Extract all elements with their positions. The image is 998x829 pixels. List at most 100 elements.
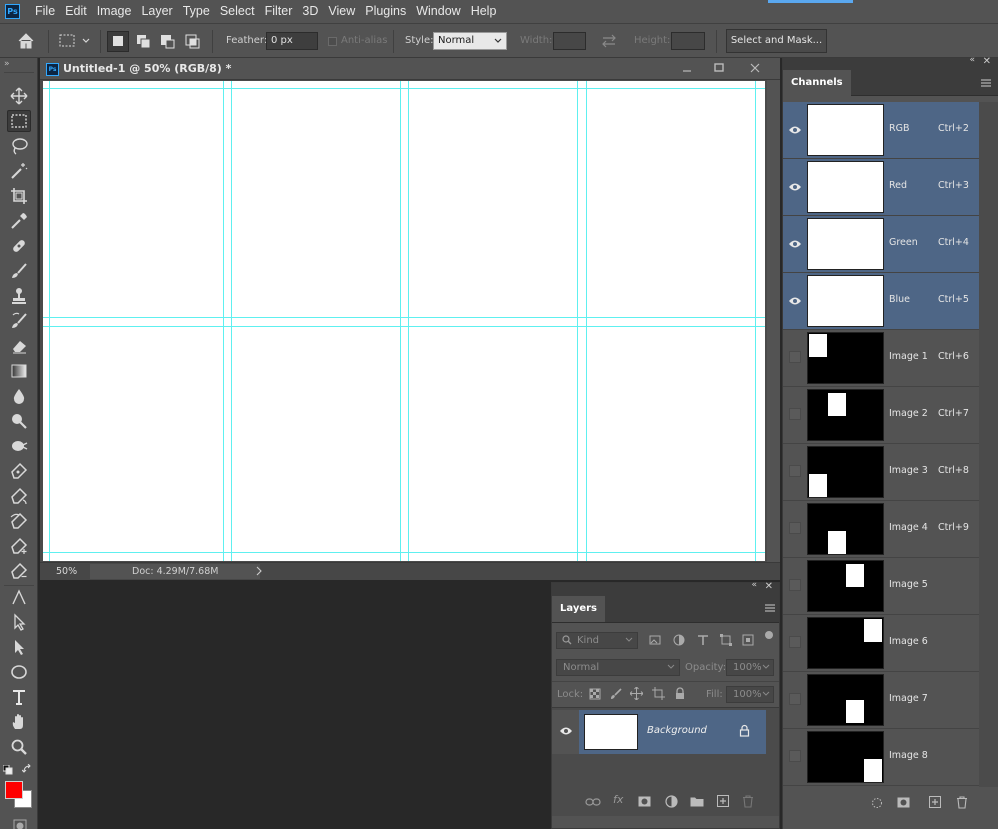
- hand-tool[interactable]: [7, 711, 31, 733]
- channel-row-image-1[interactable]: Image 1 Ctrl+6: [783, 330, 979, 387]
- visibility-toggle[interactable]: [789, 579, 801, 591]
- swap-colors-icon[interactable]: [22, 764, 32, 774]
- type-tool[interactable]: [7, 686, 31, 708]
- ellipse-tool[interactable]: [7, 661, 31, 683]
- lock-transparent-icon[interactable]: [589, 688, 601, 700]
- zoom-tool[interactable]: [7, 736, 31, 758]
- menu-window[interactable]: Window: [411, 0, 465, 23]
- new-layer-icon[interactable]: [717, 795, 729, 807]
- quick-mask-icon[interactable]: [13, 819, 27, 829]
- guide-horizontal[interactable]: [43, 552, 765, 553]
- menu-plugins[interactable]: Plugins: [360, 0, 411, 23]
- save-selection-icon[interactable]: [897, 797, 910, 808]
- guide-vertical[interactable]: [586, 81, 587, 561]
- add-mask-icon[interactable]: [638, 796, 651, 807]
- blend-mode-select[interactable]: Normal: [556, 659, 680, 676]
- layer-row-background[interactable]: Background: [579, 710, 766, 754]
- eye-icon[interactable]: [787, 179, 803, 195]
- filter-toggle-icon[interactable]: [765, 631, 773, 639]
- fill-input[interactable]: 100%: [726, 686, 774, 703]
- filter-pixel-icon[interactable]: [649, 634, 661, 646]
- channel-row-rgb[interactable]: RGB Ctrl+2: [783, 102, 979, 159]
- delete-channel-icon[interactable]: [956, 796, 968, 809]
- blur-tool[interactable]: [7, 385, 31, 407]
- folder-icon[interactable]: [690, 796, 704, 807]
- lock-artboard-icon[interactable]: [652, 687, 665, 700]
- panel-menu-icon[interactable]: [981, 79, 991, 87]
- guide-vertical[interactable]: [577, 81, 578, 561]
- kind-filter-select[interactable]: Kind: [556, 632, 638, 649]
- home-icon[interactable]: [17, 32, 35, 50]
- eyedropper-tool[interactable]: [7, 210, 31, 232]
- guide-horizontal[interactable]: [43, 88, 765, 89]
- tab-channels[interactable]: Channels: [783, 70, 851, 96]
- menu-help[interactable]: Help: [466, 0, 502, 23]
- new-selection-button[interactable]: [107, 31, 129, 52]
- lock-pixels-icon[interactable]: [610, 688, 622, 700]
- collapse-icon[interactable]: «: [969, 55, 975, 65]
- link-layers-icon[interactable]: [585, 797, 601, 807]
- menu-file[interactable]: File: [30, 0, 60, 23]
- adjustment-layer-icon[interactable]: [665, 795, 678, 808]
- channel-row-image-3[interactable]: Image 3 Ctrl+8: [783, 444, 979, 501]
- visibility-toggle[interactable]: [789, 351, 801, 363]
- filter-type-icon[interactable]: [697, 634, 709, 646]
- guide-vertical[interactable]: [231, 81, 232, 561]
- guide-horizontal[interactable]: [43, 317, 765, 318]
- maximize-icon[interactable]: [712, 61, 726, 75]
- vertical-scrollbar[interactable]: [767, 80, 780, 562]
- channel-row-image-8[interactable]: Image 8: [783, 729, 979, 786]
- subtract-from-selection-button[interactable]: [158, 32, 178, 51]
- antialias-checkbox[interactable]: [328, 37, 337, 46]
- tab-layers[interactable]: Layers: [552, 596, 605, 622]
- lasso-tool[interactable]: [7, 135, 31, 157]
- pen-tool[interactable]: [7, 460, 31, 482]
- eye-icon[interactable]: [787, 122, 803, 138]
- guide-vertical[interactable]: [408, 81, 409, 561]
- lock-all-icon[interactable]: [674, 687, 686, 700]
- crop-tool[interactable]: [7, 185, 31, 207]
- visibility-toggle[interactable]: [789, 465, 801, 477]
- dodge-tool[interactable]: [7, 435, 31, 457]
- add-anchor-tool[interactable]: [7, 535, 31, 557]
- burn-tool[interactable]: [7, 410, 31, 432]
- filter-adjustment-icon[interactable]: [673, 634, 685, 646]
- channel-row-image-6[interactable]: Image 6: [783, 615, 979, 672]
- delete-anchor-tool[interactable]: [7, 560, 31, 582]
- document-canvas[interactable]: [43, 81, 765, 561]
- close-panel-icon[interactable]: ✕: [983, 56, 991, 67]
- add-to-selection-button[interactable]: [134, 32, 154, 51]
- channel-row-image-7[interactable]: Image 7: [783, 672, 979, 729]
- new-channel-icon[interactable]: [929, 796, 941, 808]
- stamp-tool[interactable]: [7, 285, 31, 307]
- channel-row-blue[interactable]: Blue Ctrl+5: [783, 273, 979, 330]
- guide-vertical[interactable]: [223, 81, 224, 561]
- document-tab[interactable]: Ps Untitled-1 @ 50% (RGB/8) *: [40, 58, 780, 80]
- lock-position-icon[interactable]: [630, 687, 643, 700]
- marquee-tool[interactable]: [7, 110, 31, 132]
- layer-name[interactable]: Background: [647, 725, 707, 736]
- filter-smart-object-icon[interactable]: [742, 634, 754, 646]
- convert-point-tool[interactable]: [7, 586, 31, 608]
- magic-wand-tool[interactable]: [7, 160, 31, 182]
- menu-layer[interactable]: Layer: [136, 0, 177, 23]
- menu-edit[interactable]: Edit: [60, 0, 92, 23]
- visibility-toggle[interactable]: [789, 408, 801, 420]
- select-and-mask-button[interactable]: Select and Mask...: [726, 29, 827, 53]
- eye-icon[interactable]: [787, 236, 803, 252]
- direct-selection-tool[interactable]: [7, 636, 31, 658]
- eye-icon[interactable]: [559, 726, 573, 736]
- height-input[interactable]: [671, 32, 705, 50]
- close-icon[interactable]: [748, 61, 762, 75]
- curvature-pen-tool[interactable]: [7, 510, 31, 532]
- menu-filter[interactable]: Filter: [260, 0, 298, 23]
- delete-layer-icon[interactable]: [742, 795, 754, 808]
- collapse-icon[interactable]: «: [751, 580, 757, 590]
- panel-menu-icon[interactable]: [765, 604, 775, 612]
- healing-tool[interactable]: [7, 235, 31, 257]
- intersect-selection-button[interactable]: [183, 32, 203, 51]
- channel-row-green[interactable]: Green Ctrl+4: [783, 216, 979, 273]
- opacity-input[interactable]: 100%: [726, 659, 774, 676]
- style-select[interactable]: Normal: [433, 32, 507, 50]
- guide-vertical[interactable]: [400, 81, 401, 561]
